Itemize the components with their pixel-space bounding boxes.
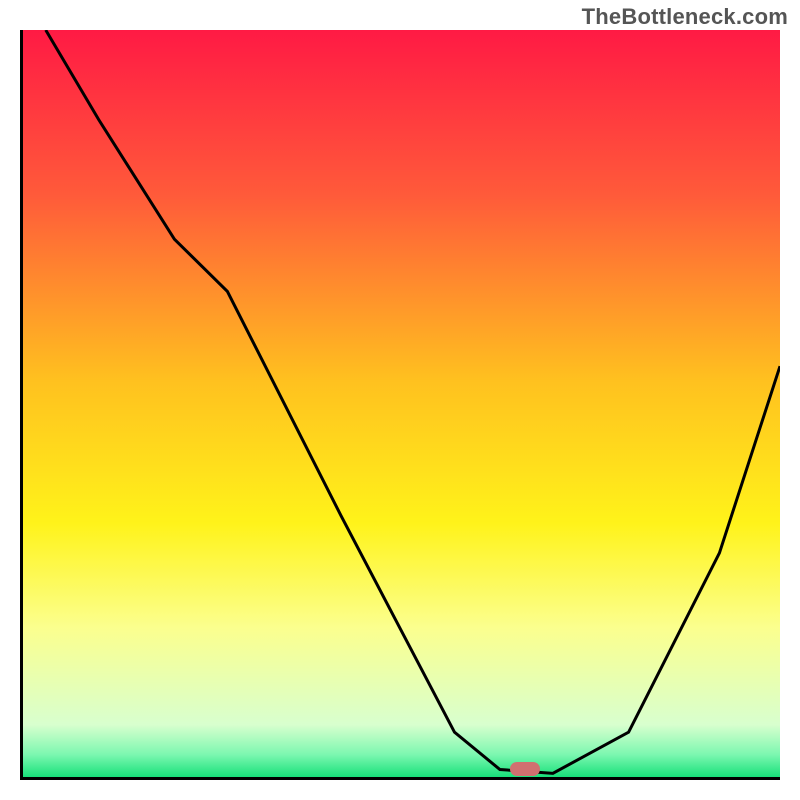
optimum-marker	[510, 762, 540, 776]
plot-area	[20, 30, 780, 780]
bottleneck-curve-path	[46, 30, 780, 773]
curve-layer	[23, 30, 780, 777]
bottleneck-chart: TheBottleneck.com	[0, 0, 800, 800]
watermark-text: TheBottleneck.com	[582, 4, 788, 30]
